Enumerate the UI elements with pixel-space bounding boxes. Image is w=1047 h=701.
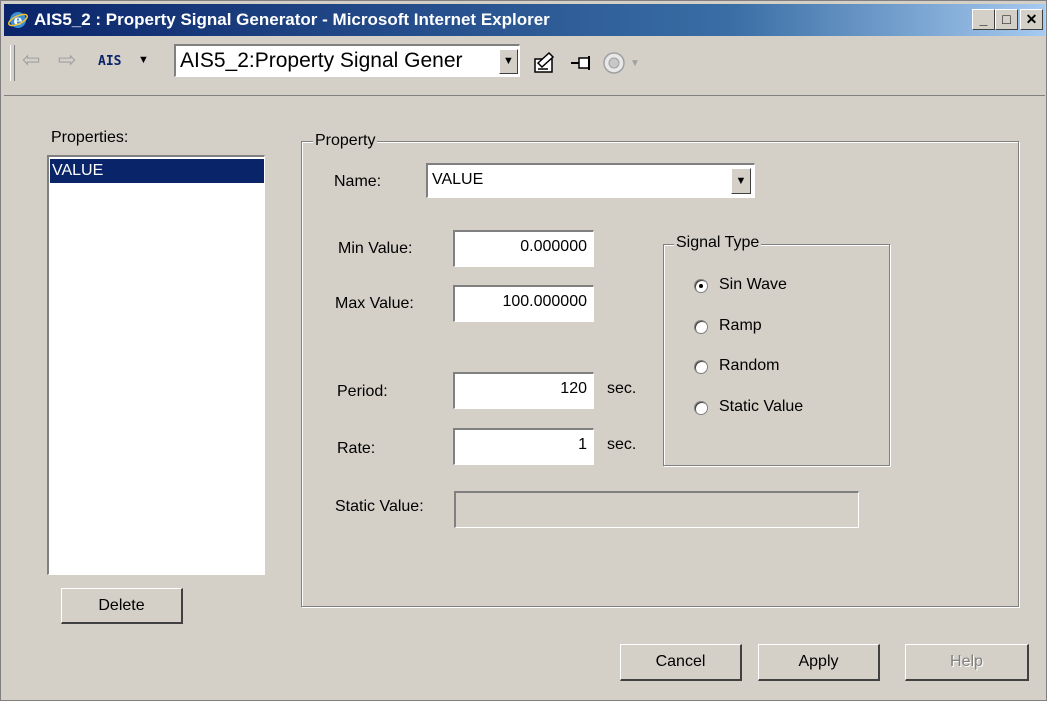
signal-type-group-label: Signal Type [674,234,762,252]
toolbar: ⇦ ⇨ AIS ▼ AIS5_2:Property Signal Gener ▼… [4,39,1045,96]
rate-label: Rate: [337,440,376,457]
help-button[interactable]: Help [905,644,1029,681]
radio-static-value[interactable] [694,401,708,415]
static-value-label: Static Value: [335,498,424,515]
name-dropdown-button[interactable]: ▼ [731,168,751,194]
ais-menu[interactable]: AIS [98,54,121,69]
browser-window: e AIS5_2 : Property Signal Generator - M… [0,0,1047,701]
name-label: Name: [334,173,382,190]
property-group-label: Property [313,132,378,150]
min-value-field[interactable]: 0.000000 [453,230,594,267]
radio-random-label[interactable]: Random [719,357,779,375]
static-value-field[interactable] [454,491,859,528]
rate-field[interactable]: 1 [453,428,594,465]
rate-unit: sec. [607,436,637,453]
address-dropdown-button[interactable]: ▼ [499,49,518,74]
apply-button[interactable]: Apply [758,644,880,681]
max-value-field[interactable]: 100.000000 [453,285,594,322]
period-unit: sec. [607,380,637,397]
maximize-button[interactable]: □ [995,9,1018,30]
radio-random[interactable] [694,360,708,374]
name-select[interactable]: VALUE ▼ [426,163,755,198]
period-field[interactable]: 120 [453,372,594,409]
min-value-label: Min Value: [338,240,413,257]
list-item[interactable]: VALUE [50,159,264,183]
radio-ramp[interactable] [694,320,708,334]
max-value-label: Max Value: [335,295,414,312]
name-select-value: VALUE [432,171,484,188]
chevron-down-icon[interactable]: ▼ [630,58,640,69]
property-group [301,141,1019,607]
edit-page-icon[interactable] [532,49,558,75]
address-value[interactable]: AIS5_2:Property Signal Gener [180,49,490,73]
back-arrow-icon[interactable]: ⇦ [22,47,40,73]
pin-icon[interactable] [569,53,595,73]
address-combo[interactable]: AIS5_2:Property Signal Gener ▼ [174,44,520,77]
close-button[interactable]: ✕ [1020,9,1043,30]
view-icon[interactable] [602,50,628,76]
radio-sin-wave[interactable] [694,279,708,293]
minimize-button[interactable]: _ [972,9,995,30]
title-bar: e AIS5_2 : Property Signal Generator - M… [4,4,1045,36]
window-title: AIS5_2 : Property Signal Generator - Mic… [34,10,550,29]
forward-arrow-icon[interactable]: ⇨ [58,47,76,73]
delete-button[interactable]: Delete [61,588,183,624]
radio-ramp-label[interactable]: Ramp [719,317,762,335]
toolbar-grip[interactable] [10,45,15,81]
chevron-down-icon[interactable]: ▼ [138,54,149,66]
properties-list[interactable]: VALUE [47,155,265,575]
radio-static-value-label[interactable]: Static Value [719,398,803,416]
cancel-button[interactable]: Cancel [620,644,742,681]
internet-explorer-icon: e [8,12,28,29]
properties-label: Properties: [51,129,129,146]
period-label: Period: [337,383,388,400]
radio-sin-wave-label[interactable]: Sin Wave [719,276,787,294]
